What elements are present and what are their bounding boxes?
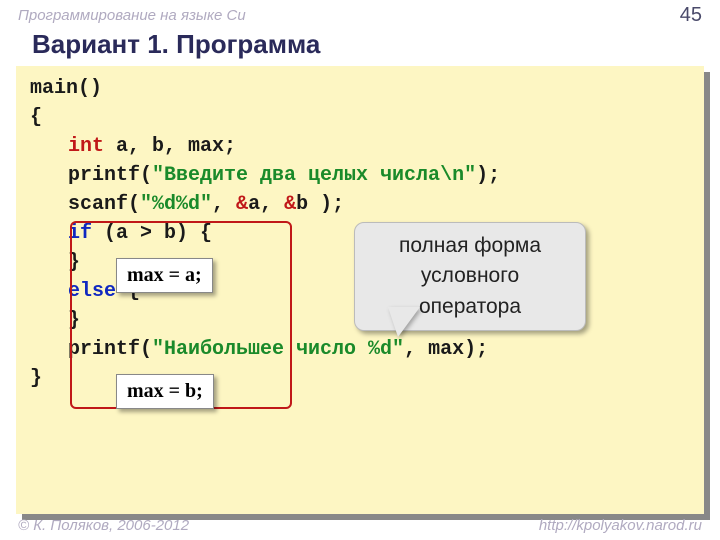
footer-bar: © К. Поляков, 2006-2012 http://kpolyakov… xyxy=(0,517,720,534)
page-number: 45 xyxy=(680,4,702,27)
code-line: printf("Введите два целых числа\n"); xyxy=(30,161,690,190)
code-block: main() { int a, b, max; printf("Введите … xyxy=(16,66,704,514)
code-line: scanf("%d%d", &a, &b ); xyxy=(30,190,690,219)
code-end: , max); xyxy=(404,338,488,361)
slide-title: Вариант 1. Программа xyxy=(0,27,720,66)
var: a, xyxy=(248,193,284,216)
code-container: main() { int a, b, max; printf("Введите … xyxy=(16,66,704,514)
kw-int: int xyxy=(68,135,104,158)
header-bar: Программирование на языке Си 45 xyxy=(0,0,720,27)
code-line: int a, b, max; xyxy=(30,132,690,161)
sep: , xyxy=(212,193,236,216)
footer-url: http://kpolyakov.narod.ru xyxy=(539,517,702,534)
amp: & xyxy=(236,193,248,216)
str-literal: "%d%d" xyxy=(140,193,212,216)
callout-line: оператора xyxy=(419,295,521,318)
code-line: { xyxy=(30,106,42,129)
str-literal: "Введите два целых числа\n" xyxy=(152,164,476,187)
code-line: main() xyxy=(30,77,102,100)
overlay-max-b: max = b; xyxy=(116,374,214,409)
course-name: Программирование на языке Си xyxy=(18,7,246,24)
var: b ); xyxy=(296,193,344,216)
code-end: ); xyxy=(476,164,500,187)
copyright: © К. Поляков, 2006-2012 xyxy=(18,517,189,534)
code-vars: a, b, max; xyxy=(104,135,236,158)
code-line: } xyxy=(30,367,42,390)
callout-line: полная форма xyxy=(399,234,541,257)
amp: & xyxy=(284,193,296,216)
fn-printf: printf( xyxy=(68,164,152,187)
callout-tail xyxy=(388,307,420,337)
overlay-max-a: max = a; xyxy=(116,258,213,293)
callout-line: условного xyxy=(421,264,519,287)
fn-scanf: scanf( xyxy=(68,193,140,216)
